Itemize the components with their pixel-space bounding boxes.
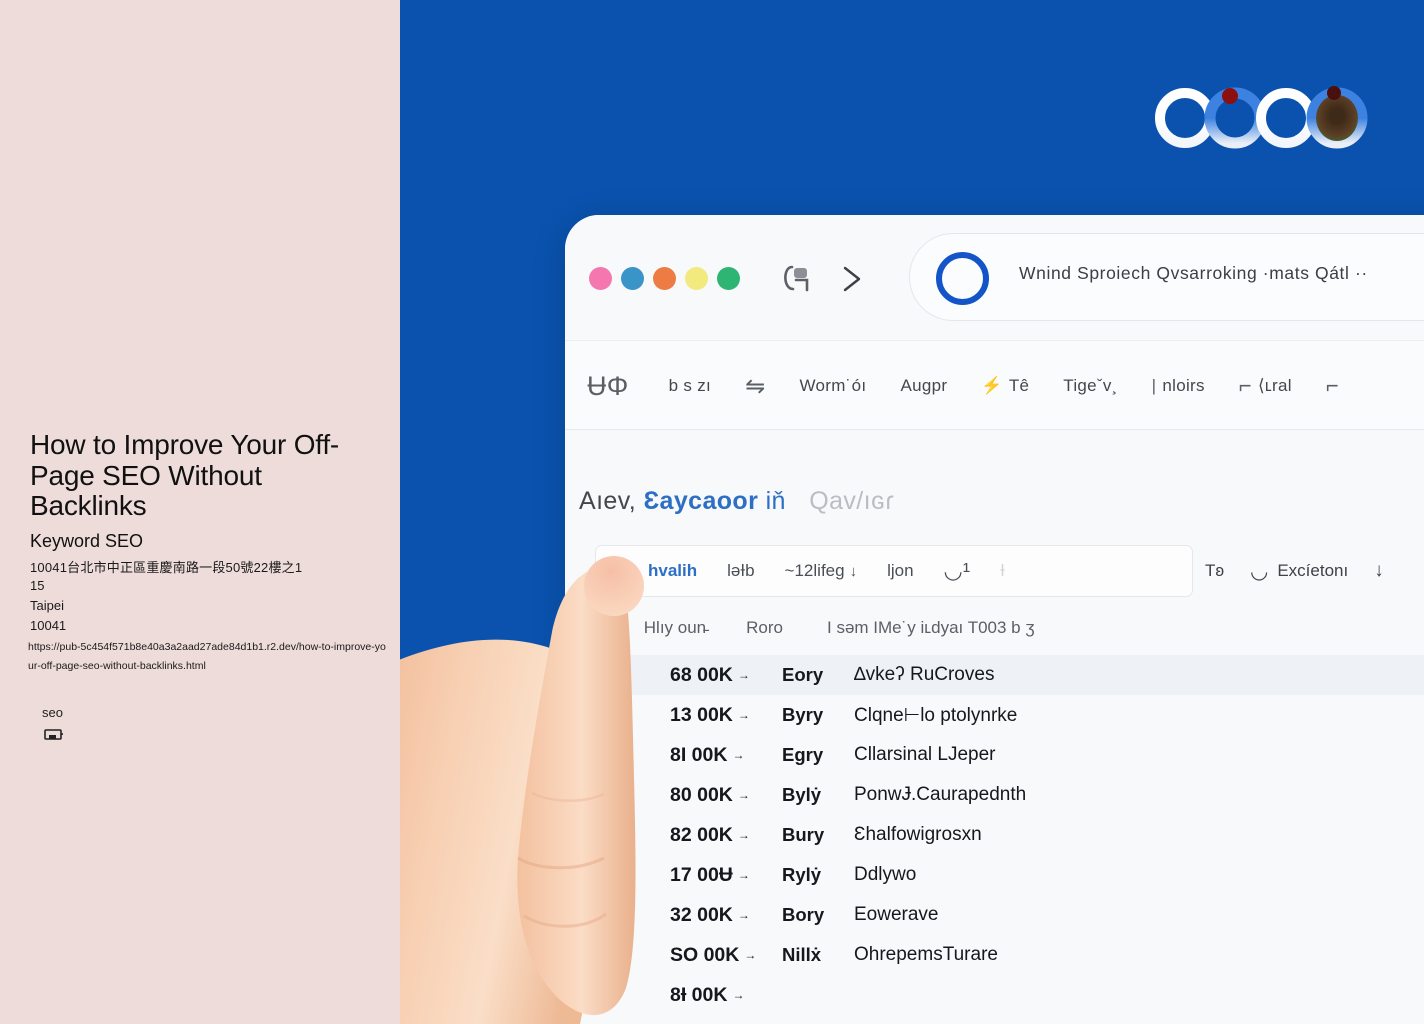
left-info-panel: How to Improve Your Off-Page SEO Without… [0, 0, 400, 1024]
back-arrow-icon[interactable] [780, 263, 814, 295]
loading-ring-icon [936, 252, 989, 305]
browser-titlebar: Wnind Sproiech Qvsarroking ·mats Qátl ·· [565, 215, 1424, 340]
trend-arrow-icon: → [737, 668, 750, 682]
toolbar-item-0[interactable]: ɄΦ [587, 371, 635, 402]
window-control-dot-yellow[interactable] [685, 267, 708, 290]
filter-dropdown[interactable]: ~12lifeg ↓ [785, 561, 858, 581]
filter-right-item-0-label: Tʚ [1205, 561, 1225, 580]
filter-divider: Ɨ [1000, 561, 1005, 581]
address-postcode: 10041 [30, 618, 67, 633]
download-icon: ↓ [1374, 560, 1384, 581]
toolbar-item-8[interactable]: ⌐ ⟨ʟral [1239, 373, 1292, 399]
article-title: How to Improve Your Off-Page SEO Without… [30, 429, 340, 522]
filter-right-item-1[interactable]: ◡ Excíetonı [1250, 559, 1348, 584]
cell-kd: Rylẏ [782, 864, 822, 885]
cell-keyword: Cllarsinal LJeper [854, 744, 996, 765]
filter-tab-3[interactable]: ljon [887, 561, 913, 581]
toolbar-item-1[interactable]: b s zı [669, 376, 711, 396]
window-control-dot-orange[interactable] [653, 267, 676, 290]
filter-magnifier[interactable]: ◡¹ [944, 558, 971, 584]
window-control-dot-pink[interactable] [589, 267, 612, 290]
cell-keyword: Eowerave [854, 904, 939, 925]
toolbar-item-7-label: nloirs [1162, 376, 1205, 395]
toolbar-item-6-label: Tigeˇv¸ [1063, 376, 1118, 395]
cell-keyword: Ddlywo [854, 864, 917, 885]
trend-arrow-icon: → [744, 948, 757, 962]
toolbar-item-2[interactable]: ⇋ [745, 372, 765, 401]
chevron-down-icon: ↓ [849, 562, 858, 580]
lightning-icon: ⚡ [981, 376, 1003, 395]
article-subtitle: Keyword SEO [30, 531, 144, 551]
filter-tab-1-label: ləƗb [727, 561, 755, 580]
toolbar-item-5-label: Tê [1008, 376, 1030, 395]
window-control-dot-green[interactable] [717, 267, 740, 290]
trend-arrow-icon: → [737, 868, 750, 882]
toolbar-item-4-label: Augpr [900, 376, 948, 395]
address-bar-text[interactable]: Wnind Sproiech Qvsarroking ·mats Qátl ·· [1019, 263, 1424, 284]
filter-tab-3-label: ljon [887, 561, 914, 580]
trend-arrow-icon: → [737, 788, 750, 802]
trend-arrow-icon: → [737, 708, 750, 722]
panel-icon: ⌐ [1238, 373, 1252, 398]
filter-right-item-2[interactable]: ↓ [1374, 560, 1384, 582]
toolbar-item-4[interactable]: Augpr [900, 376, 947, 396]
filter-tab-1[interactable]: ləƗb [727, 561, 754, 581]
browser-toolbar: ɄΦ b s zı ⇋ Worm˙óı Augpr ⚡ Tê Tigeˇv¸ |… [565, 340, 1424, 430]
page-title-part-2: Ɛaycaoor [643, 487, 759, 515]
filter-right-item-1-label: Excíetonı [1277, 561, 1349, 580]
forward-chevron-icon[interactable] [839, 265, 865, 293]
page-title-part-3: iň [765, 487, 786, 515]
filter-right-item-0[interactable]: Tʚ [1205, 561, 1224, 581]
window-control-dot-blue[interactable] [621, 267, 644, 290]
tag-label[interactable]: seo [42, 705, 63, 720]
panel-icon-2: ⌐ [1325, 373, 1339, 398]
toolbar-item-3[interactable]: Worm˙óı [800, 376, 867, 396]
trend-arrow-icon: → [732, 748, 745, 762]
column-header-2[interactable]: Roro [746, 618, 783, 638]
cell-keyword: PonwɈ.Caurapednth [854, 784, 1027, 805]
trend-arrow-icon: → [737, 828, 750, 842]
toolbar-item-7[interactable]: | nloirs [1152, 376, 1205, 396]
trend-arrow-icon: → [732, 988, 745, 1002]
cell-kd: Bylẏ [782, 784, 822, 805]
export-icon: ◡ [1250, 559, 1269, 583]
four-circle-logo [1155, 86, 1368, 149]
toolbar-item-1-label: b s zı [668, 376, 712, 395]
cell-keyword: OhrepemsTurare [854, 944, 998, 965]
divider-icon: | [1151, 376, 1157, 395]
address-line: 10041台北市中正區重慶南路一段50號22樓之1 [30, 560, 303, 575]
cell-kd: Bory [782, 904, 825, 925]
page-title: Aıev, Ɛaycaoor iň Qav/ıɢɾ [579, 487, 894, 516]
cell-keyword: Ɛhalfowigrosxn [854, 824, 982, 845]
address-bar[interactable]: Wnind Sproiech Qvsarroking ·mats Qátl ·· [909, 233, 1424, 321]
refresh-icon: ⇋ [745, 372, 766, 400]
cell-keyword: Clqne⊢lo ptolynrke [854, 704, 1018, 726]
address-city: Taipei [30, 598, 64, 613]
toolbar-item-3-label: Worm˙óı [799, 376, 867, 395]
trend-arrow-icon: → [737, 908, 750, 922]
cell-kd: Bury [782, 824, 825, 845]
cell-kd: Byry [782, 704, 824, 725]
page-url[interactable]: https://pub-5c454f571b8e40a3a2aad27ade84… [28, 638, 390, 677]
cell-kd: Eory [782, 664, 824, 685]
page-title-part-1: Aıev, [579, 487, 637, 515]
toolbar-item-5[interactable]: ⚡ Tê [981, 376, 1029, 396]
filter-bar-right: Tʚ ◡ Excíetonı ↓ [1205, 545, 1384, 597]
shield-icon: ɄΦ [587, 370, 629, 401]
address-number: 15 [30, 578, 45, 593]
filter-dropdown-label: ~12lifeg [784, 561, 845, 580]
search-icon: ◡¹ [943, 558, 971, 583]
cell-kd: Nillẋ [782, 944, 822, 965]
divider-glyph-icon: Ɨ [1000, 561, 1005, 580]
card-icon [44, 729, 63, 740]
column-header-3[interactable]: I səm IMe˙y iʟdyaı T003 b ʒ [827, 618, 1035, 638]
cell-keyword: ∆vkeʔ RuCroves [854, 664, 995, 685]
cell-kd: Egry [782, 744, 824, 765]
toolbar-item-9[interactable]: ⌐ [1326, 373, 1339, 399]
toolbar-item-6[interactable]: Tigeˇv¸ [1063, 376, 1117, 396]
toolbar-item-8-label: ⟨ʟral [1257, 376, 1292, 395]
page-title-part-4: Qav/ıɢɾ [809, 487, 895, 515]
pointing-hand-illustration [400, 556, 644, 1024]
